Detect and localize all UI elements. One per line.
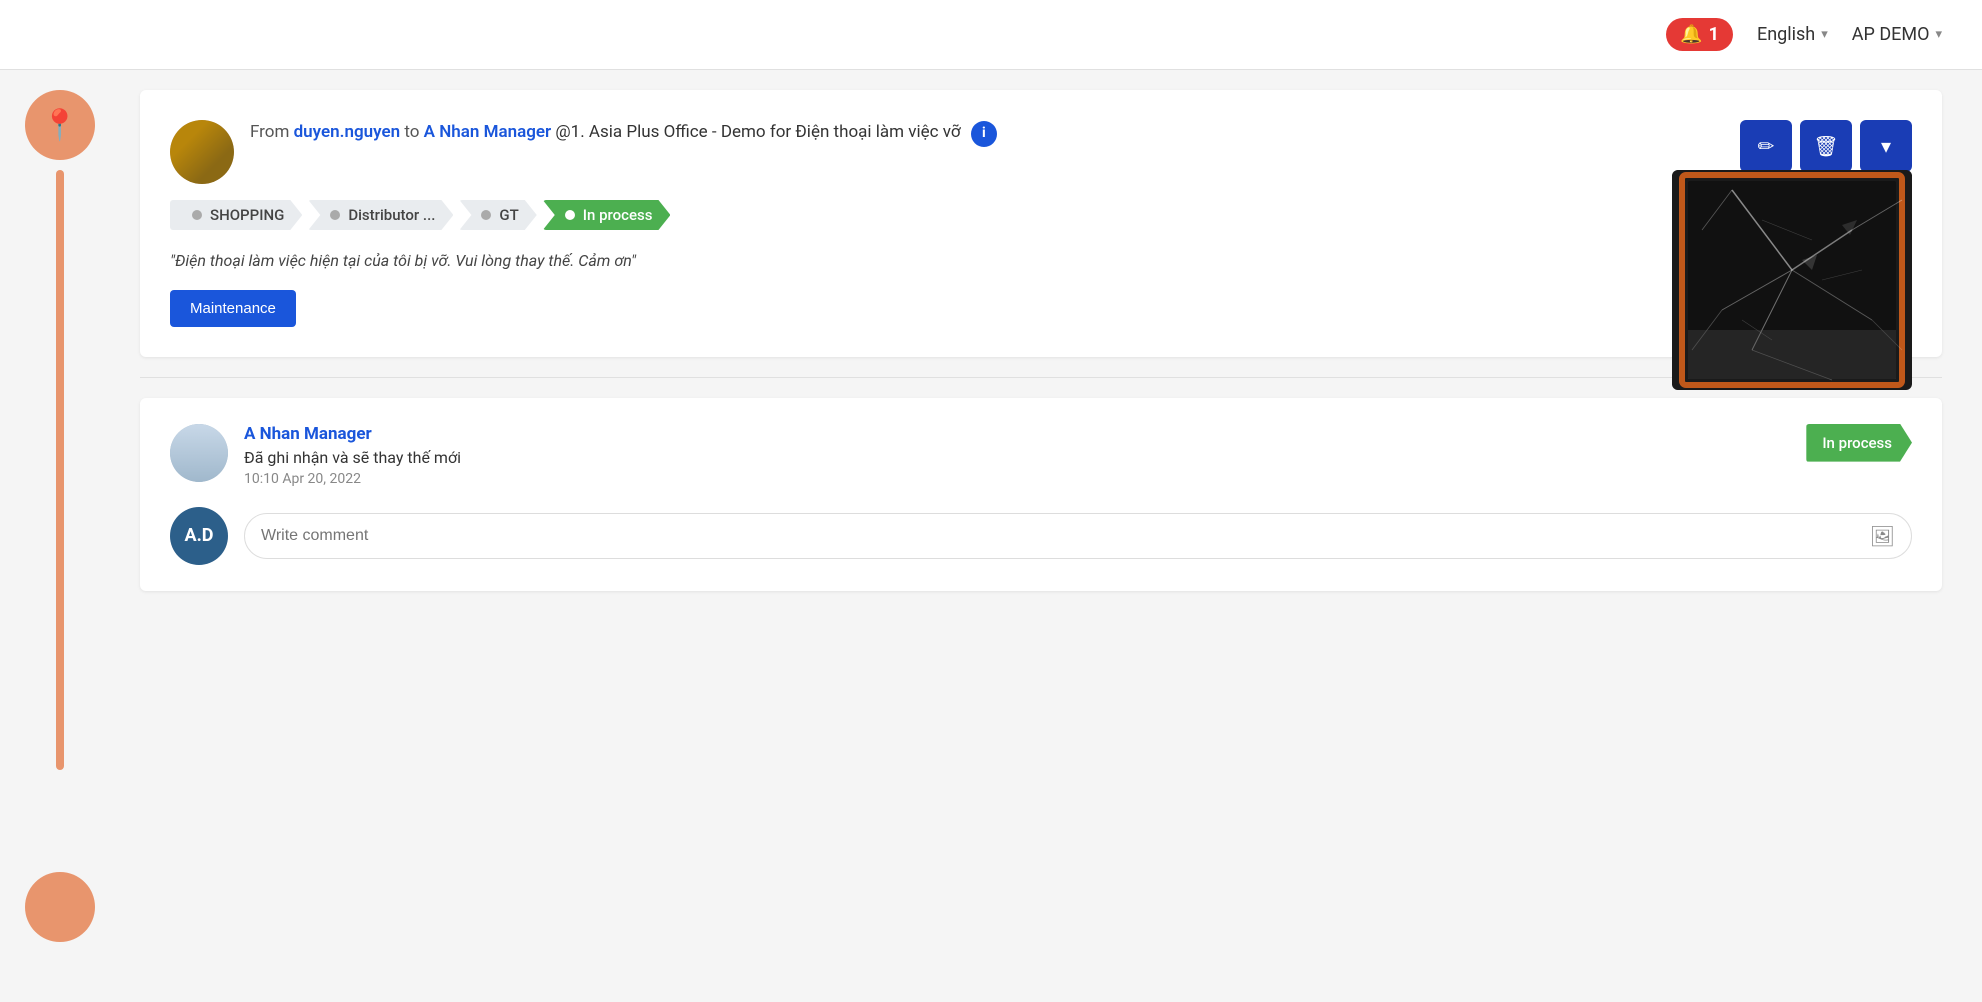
broken-phone bbox=[1672, 170, 1912, 390]
step-dot bbox=[565, 210, 575, 220]
comment-row: A Nhan Manager Đã ghi nhận và sẽ thay th… bbox=[170, 424, 1912, 487]
comment-timestamp: 10:10 Apr 20, 2022 bbox=[244, 471, 1790, 487]
delete-button[interactable]: 🗑 bbox=[1800, 120, 1852, 172]
ticket-image bbox=[1672, 170, 1912, 390]
bell-icon: 🔔 bbox=[1680, 24, 1702, 45]
sidebar-location-btn[interactable]: 📍 bbox=[25, 90, 95, 160]
sidebar-bottom-avatar bbox=[25, 872, 95, 942]
chevron-down-icon: ▾ bbox=[1935, 27, 1942, 42]
dropdown-button[interactable]: ▾ bbox=[1860, 120, 1912, 172]
card-title: From duyen.nguyen to A Nhan Manager @1. … bbox=[250, 120, 997, 147]
step-label: SHOPPING bbox=[210, 206, 284, 224]
pipeline-step-shopping[interactable]: SHOPPING bbox=[170, 200, 302, 230]
ticket-card: From duyen.nguyen to A Nhan Manager @1. … bbox=[140, 90, 1942, 357]
write-comment-row: A.D 🖼 bbox=[170, 507, 1912, 565]
step-dot bbox=[481, 210, 491, 220]
status-pipeline: SHOPPING Distributor ... GT In process bbox=[170, 200, 1912, 230]
sender-username[interactable]: duyen.nguyen bbox=[294, 122, 401, 142]
current-user-avatar: A.D bbox=[170, 507, 228, 565]
edit-button[interactable]: ✏ bbox=[1740, 120, 1792, 172]
ticket-quote: "Điện thoại làm việc hiện tại của tôi bị… bbox=[170, 248, 1912, 274]
top-navigation: 🔔 1 English ▾ AP DEMO ▾ bbox=[0, 0, 1982, 70]
sender-avatar bbox=[170, 120, 234, 184]
image-upload-icon[interactable]: 🖼 bbox=[1870, 524, 1895, 548]
recipient-name[interactable]: A Nhan Manager bbox=[424, 122, 552, 142]
pipeline-step-gt[interactable]: GT bbox=[459, 200, 536, 230]
user-menu[interactable]: AP DEMO ▾ bbox=[1852, 24, 1942, 45]
user-label: AP DEMO bbox=[1852, 24, 1930, 45]
location-text: @1. Asia Plus Office - Demo for Điện tho… bbox=[555, 122, 960, 142]
pipeline-step-distributor[interactable]: Distributor ... bbox=[308, 200, 453, 230]
chevron-down-icon: ▾ bbox=[1821, 27, 1828, 42]
pipeline-step-inprocess[interactable]: In process bbox=[543, 200, 671, 230]
card-actions: ✏ 🗑 ▾ bbox=[1740, 120, 1912, 172]
from-label: From bbox=[250, 122, 289, 142]
content-area: From duyen.nguyen to A Nhan Manager @1. … bbox=[120, 70, 1982, 1002]
maintenance-button[interactable]: Maintenance bbox=[170, 290, 296, 327]
step-label: GT bbox=[499, 206, 518, 224]
comment-status-badge: In process bbox=[1806, 424, 1912, 462]
location-icon: 📍 bbox=[41, 108, 78, 143]
card-header: From duyen.nguyen to A Nhan Manager @1. … bbox=[170, 120, 1912, 184]
to-label: to bbox=[404, 122, 419, 142]
main-layout: 📍 From duyen.nguyen to bbox=[0, 70, 1982, 1002]
step-dot bbox=[330, 210, 340, 220]
step-dot bbox=[192, 210, 202, 220]
sidebar: 📍 bbox=[0, 70, 120, 1002]
step-label: In process bbox=[583, 206, 653, 224]
comment-body: A Nhan Manager Đã ghi nhận và sẽ thay th… bbox=[244, 424, 1790, 487]
step-label: Distributor ... bbox=[348, 206, 435, 224]
notification-count: 1 bbox=[1709, 24, 1719, 45]
avatar-face-inner bbox=[170, 424, 228, 482]
avatar-face bbox=[170, 120, 234, 184]
commenter-name[interactable]: A Nhan Manager bbox=[244, 424, 1790, 444]
language-selector[interactable]: English ▾ bbox=[1757, 24, 1828, 45]
commenter-avatar bbox=[170, 424, 228, 482]
comment-text: Đã ghi nhận và sẽ thay thế mới bbox=[244, 448, 1790, 467]
sidebar-timeline bbox=[56, 170, 64, 770]
info-icon[interactable]: i bbox=[971, 121, 997, 147]
notification-bell[interactable]: 🔔 1 bbox=[1666, 18, 1733, 51]
card-header-left: From duyen.nguyen to A Nhan Manager @1. … bbox=[170, 120, 1740, 184]
comment-section: A Nhan Manager Đã ghi nhận và sẽ thay th… bbox=[140, 398, 1942, 591]
language-label: English bbox=[1757, 24, 1815, 45]
comment-input[interactable] bbox=[261, 527, 1870, 545]
comment-input-wrapper[interactable]: 🖼 bbox=[244, 513, 1912, 559]
